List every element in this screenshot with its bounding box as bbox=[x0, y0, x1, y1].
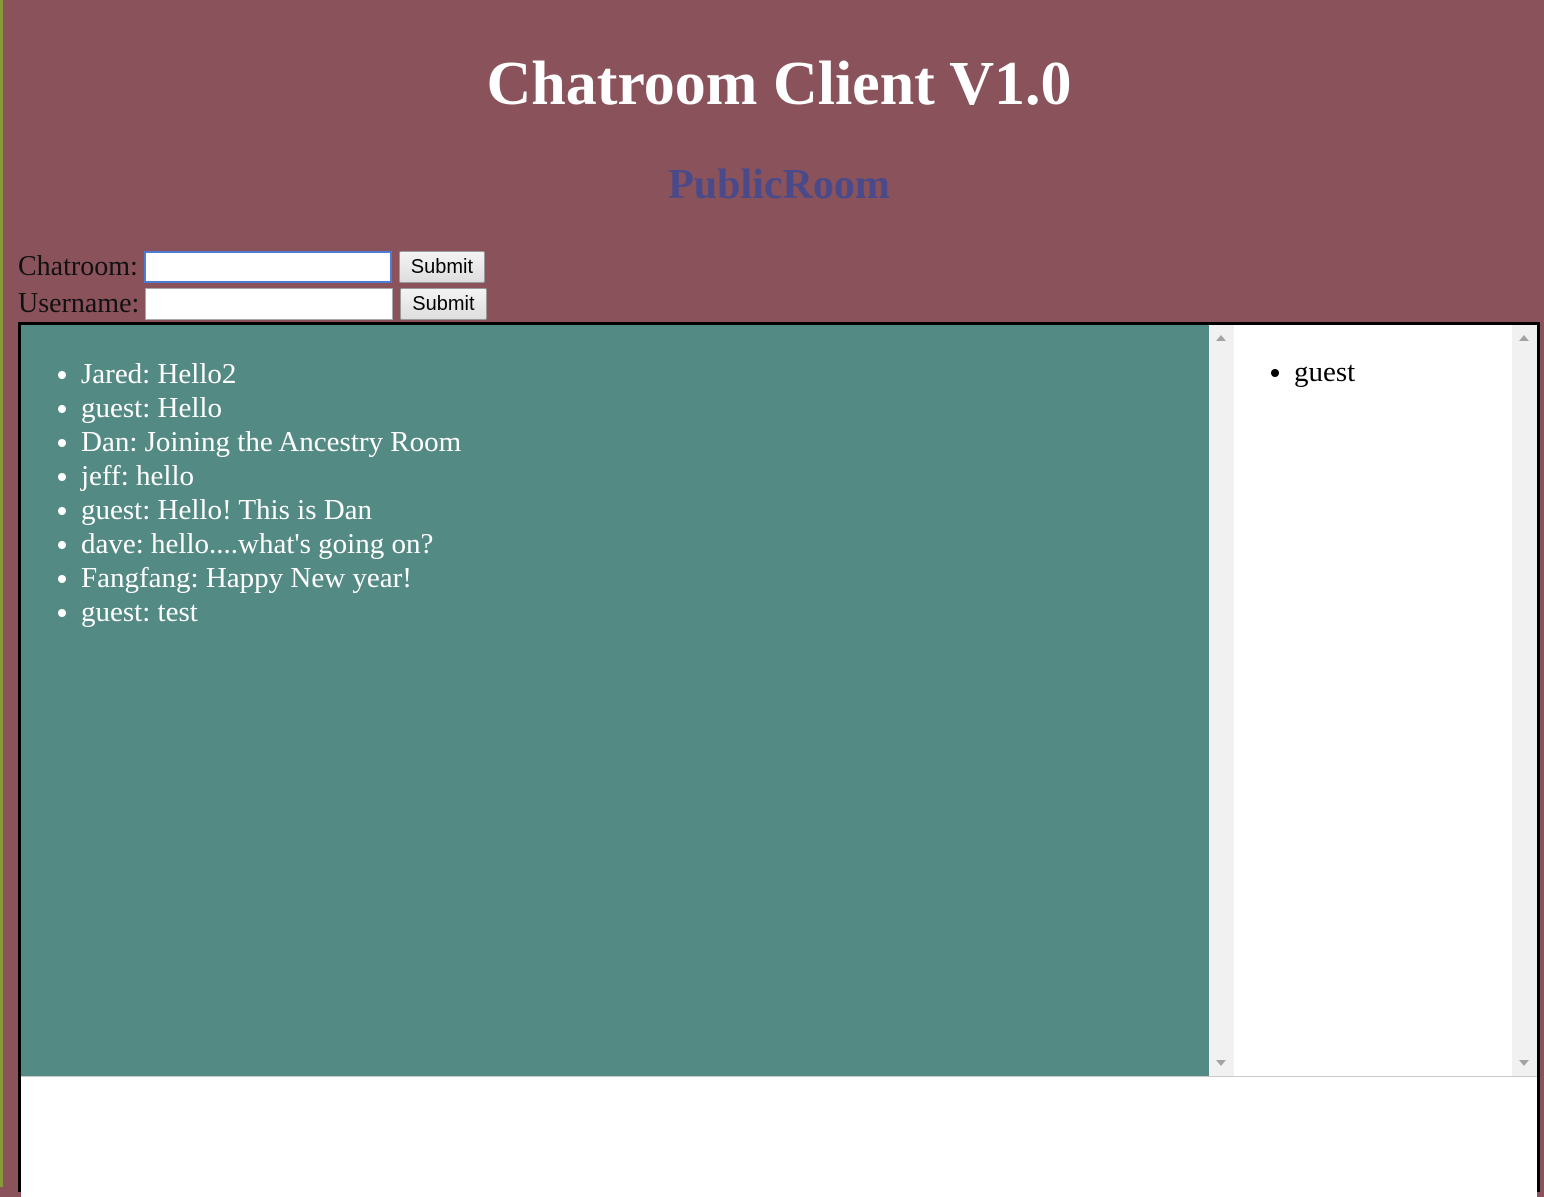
message-item: guest: Hello! This is Dan bbox=[81, 493, 1209, 527]
message-item: dave: hello....what's going on? bbox=[81, 527, 1209, 561]
username-input[interactable] bbox=[145, 288, 394, 320]
users-scrollbar[interactable] bbox=[1512, 325, 1537, 1076]
messages-scrollbar[interactable] bbox=[1209, 325, 1234, 1076]
chatroom-input[interactable] bbox=[143, 251, 392, 283]
users-list: guest bbox=[1234, 325, 1512, 389]
message-item: Dan: Joining the Ancestry Room bbox=[81, 425, 1209, 459]
app-title: Chatroom Client V1.0 bbox=[486, 50, 1072, 118]
scroll-down-icon[interactable] bbox=[1216, 1060, 1226, 1066]
message-item: jeff: hello bbox=[81, 459, 1209, 493]
username-label: Username: bbox=[18, 288, 140, 319]
chat-frame: Jared: Hello2 guest: Hello Dan: Joining … bbox=[18, 322, 1540, 1197]
room-title: PublicRoom bbox=[668, 162, 890, 208]
chatroom-label: Chatroom: bbox=[18, 251, 138, 282]
users-panel: guest bbox=[1234, 325, 1512, 1076]
user-item: guest bbox=[1294, 355, 1512, 389]
scroll-up-icon[interactable] bbox=[1216, 335, 1226, 341]
scroll-down-icon[interactable] bbox=[1519, 1060, 1529, 1066]
message-item: Jared: Hello2 bbox=[81, 357, 1209, 391]
messages-panel: Jared: Hello2 guest: Hello Dan: Joining … bbox=[21, 325, 1209, 1076]
message-item: guest: test bbox=[81, 595, 1209, 629]
username-form: Username: Submit bbox=[18, 287, 487, 321]
scroll-up-icon[interactable] bbox=[1519, 335, 1529, 341]
username-submit-button[interactable]: Submit bbox=[400, 288, 487, 320]
chatroom-submit-button[interactable]: Submit bbox=[398, 251, 486, 283]
chatroom-form: Chatroom: Submit bbox=[18, 250, 486, 284]
message-compose-area[interactable] bbox=[21, 1077, 1537, 1197]
messages-list: Jared: Hello2 guest: Hello Dan: Joining … bbox=[21, 325, 1209, 629]
message-item: Fangfang: Happy New year! bbox=[81, 561, 1209, 595]
message-item: guest: Hello bbox=[81, 391, 1209, 425]
